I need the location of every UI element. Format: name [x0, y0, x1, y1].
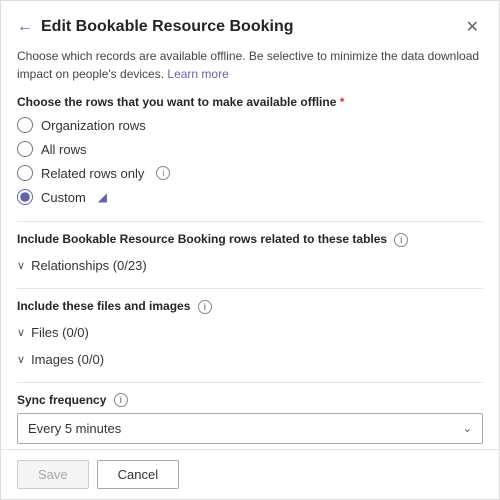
sync-frequency-wrapper: Every 5 minutes Every 15 minutes Every 3…: [17, 413, 483, 444]
images-label: Images (0/0): [31, 352, 104, 367]
radio-custom[interactable]: [17, 189, 33, 205]
description-text: Choose which records are available offli…: [17, 47, 483, 83]
chevron-files: ∨: [17, 326, 25, 339]
sync-section: Sync frequency i Every 5 minutes Every 1…: [17, 393, 483, 445]
include-label: Include Bookable Resource Booking rows r…: [17, 232, 483, 247]
modal-body: Choose which records are available offli…: [1, 47, 499, 449]
radio-group: Organization rows All rows Related rows …: [17, 117, 483, 205]
modal-title: Edit Bookable Resource Booking: [41, 18, 462, 36]
files-label: Files (0/0): [31, 325, 89, 340]
divider-1: [17, 221, 483, 222]
chevron-relationships: ∨: [17, 259, 25, 272]
info-icon-sync: i: [114, 393, 128, 407]
files-images-label: Include these files and images i: [17, 299, 483, 314]
chevron-images: ∨: [17, 353, 25, 366]
radio-item-all-rows[interactable]: All rows: [17, 141, 483, 157]
images-row[interactable]: ∨ Images (0/0): [17, 349, 483, 370]
required-star: *: [340, 95, 345, 109]
back-button[interactable]: ←: [17, 18, 33, 36]
files-images-section: Include these files and images i ∨ Files…: [17, 299, 483, 370]
radio-all-rows[interactable]: [17, 141, 33, 157]
info-icon-include: i: [394, 233, 408, 247]
radio-label-custom: Custom: [41, 190, 86, 205]
info-icon-related-rows: i: [156, 166, 170, 180]
radio-related-rows[interactable]: [17, 165, 33, 181]
relationships-row[interactable]: ∨ Relationships (0/23): [17, 255, 483, 276]
divider-2: [17, 288, 483, 289]
filter-icon: ◢: [98, 190, 107, 204]
radio-label-org-rows: Organization rows: [41, 118, 146, 133]
sync-label: Sync frequency i: [17, 393, 483, 408]
relationships-label: Relationships (0/23): [31, 258, 147, 273]
files-row[interactable]: ∨ Files (0/0): [17, 322, 483, 343]
modal-container: ← Edit Bookable Resource Booking ✕ Choos…: [0, 0, 500, 500]
close-button[interactable]: ✕: [462, 15, 483, 39]
cancel-button[interactable]: Cancel: [97, 460, 179, 489]
include-section: Include Bookable Resource Booking rows r…: [17, 232, 483, 276]
radio-item-related-rows[interactable]: Related rows only i: [17, 165, 483, 181]
radio-label-related-rows: Related rows only: [41, 166, 144, 181]
rows-section-label: Choose the rows that you want to make av…: [17, 95, 483, 109]
radio-item-custom[interactable]: Custom ◢: [17, 189, 483, 205]
info-icon-files: i: [198, 300, 212, 314]
sync-frequency-select[interactable]: Every 5 minutes Every 15 minutes Every 3…: [18, 414, 482, 443]
radio-org-rows[interactable]: [17, 117, 33, 133]
modal-footer: Save Cancel: [1, 449, 499, 499]
learn-more-link[interactable]: Learn more: [167, 67, 228, 81]
radio-item-org-rows[interactable]: Organization rows: [17, 117, 483, 133]
save-button[interactable]: Save: [17, 460, 89, 489]
modal-header: ← Edit Bookable Resource Booking ✕: [1, 1, 499, 47]
radio-label-all-rows: All rows: [41, 142, 87, 157]
divider-3: [17, 382, 483, 383]
